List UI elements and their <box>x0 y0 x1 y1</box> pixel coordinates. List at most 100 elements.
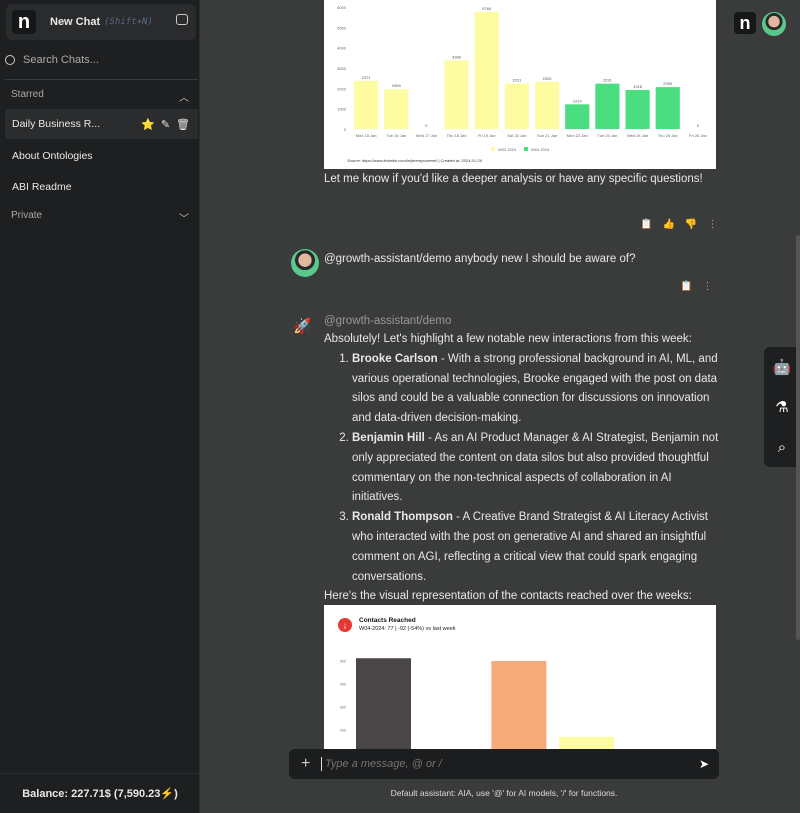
chart-subtitle: W04-2024: 77 | -92 (-54%) vs last week <box>359 626 456 632</box>
x-tick-label: Fri 19 Jan <box>478 133 496 138</box>
chevron-up-icon: ︿ <box>179 93 189 104</box>
bar <box>625 90 650 129</box>
y-tick-label: 200 <box>340 729 346 733</box>
assistant-message-text: Let me know if you'd like a deeper analy… <box>324 173 703 185</box>
user-avatar[interactable] <box>762 12 786 36</box>
user-message-text: @growth-assistant/demo anybody new I sho… <box>324 253 636 265</box>
chat-item-abi-readme[interactable]: ABI Readme <box>5 172 198 202</box>
x-tick-label: Wed 24 Jan <box>627 133 648 138</box>
data-label: 2371 <box>362 75 372 80</box>
chevron-down-icon: ﹀ <box>179 214 189 225</box>
y-tick-label: 300 <box>340 706 346 710</box>
list-item: Ronald Thompson - A Creative Brand Strat… <box>352 508 719 587</box>
chat-bubble-icon[interactable] <box>176 14 188 25</box>
x-tick-label: Tue 16 Jan <box>386 133 406 138</box>
contacts-list: Brooke Carlson - With a strong professio… <box>324 350 719 588</box>
plus-icon[interactable]: + <box>301 755 321 773</box>
flask-icon[interactable]: ⚗ <box>775 398 788 416</box>
thumbs-up-icon[interactable]: 👍 <box>662 219 674 230</box>
composer: + ➤ <box>289 749 719 779</box>
y-tick-label: 6000 <box>337 5 347 10</box>
sidebar: n New Chat (Shift+N) Search Chats... Sta… <box>0 0 200 813</box>
search-chats-input[interactable]: Search Chats... <box>5 54 99 66</box>
message-input[interactable] <box>321 757 699 771</box>
legend-swatch <box>524 147 528 151</box>
scrollbar[interactable] <box>796 235 800 640</box>
message-actions: 📋 ⋮ <box>680 281 712 292</box>
right-tool-panel: 🤖 ⚗ ⌕ <box>764 347 800 467</box>
balance: Balance: 227.71$ (7,590.23⚡) <box>0 773 200 813</box>
y-tick-label: 1000 <box>337 107 347 112</box>
data-label: 2231 <box>512 78 522 83</box>
chat-item-label: Daily Business R... <box>12 118 101 130</box>
assistant-message: Absolutely! Let's highlight a few notabl… <box>324 330 719 607</box>
message-actions: 📋 👍 👎 ⋮ <box>640 219 717 230</box>
y-tick-label: 5000 <box>337 25 347 30</box>
data-label: 0 <box>425 123 428 128</box>
contacts-chart: ↓ Contacts Reached W04-2024: 77 | -92 (-54… <box>324 605 716 756</box>
divider <box>5 79 198 80</box>
bar <box>535 81 560 129</box>
x-tick-label: Sat 20 Jan <box>507 133 526 138</box>
data-label: 0 <box>697 123 700 128</box>
chat-item-label: ABI Readme <box>12 181 72 193</box>
search-icon <box>5 55 15 65</box>
private-section-toggle[interactable]: Private ﹀ <box>11 210 189 225</box>
bar <box>595 83 620 129</box>
copy-icon[interactable]: 📋 <box>640 219 652 230</box>
bar <box>491 661 547 754</box>
x-tick-label: Thu 18 Jan <box>447 133 467 138</box>
bar <box>474 11 499 130</box>
data-label: 2320 <box>543 76 553 81</box>
shortcut-hint: (Shift+N) <box>104 17 153 27</box>
x-tick-label: Fri 26 Jan <box>689 133 707 138</box>
list-item: Brooke Carlson - With a strong professio… <box>352 350 719 429</box>
chat-item-label: About Ontologies <box>12 150 93 162</box>
x-tick-label: Mon 22 Jan <box>567 133 588 138</box>
new-chat-label: New Chat <box>50 16 101 28</box>
x-tick-label: Thu 25 Jan <box>658 133 678 138</box>
search-placeholder: Search Chats... <box>23 54 99 66</box>
x-tick-label: Sun 21 Jan <box>537 133 557 138</box>
y-tick-label: 500 <box>340 660 346 664</box>
data-label: 1959 <box>392 83 402 88</box>
private-label: Private <box>11 210 43 221</box>
chat-item-daily-business[interactable]: Daily Business R... ⭐ ✎ 🗑 <box>5 109 198 139</box>
chat-item-about-ontologies[interactable]: About Ontologies <box>5 141 198 171</box>
bar <box>354 80 379 129</box>
trash-icon[interactable]: 🗑 <box>176 118 190 131</box>
bar <box>559 736 615 754</box>
bar <box>384 89 409 129</box>
copy-icon[interactable]: 📋 <box>680 281 692 292</box>
legend-swatch <box>491 147 495 151</box>
assistant-name: @growth-assistant/demo <box>324 315 452 327</box>
robot-icon[interactable]: 🤖 <box>773 358 792 376</box>
contact-name: Benjamin Hill <box>352 431 425 444</box>
star-icon[interactable]: ⭐ <box>141 118 155 131</box>
chart-title: Contacts Reached <box>359 617 416 624</box>
x-tick-label: Mon 15 Jan <box>356 133 377 138</box>
send-icon[interactable]: ➤ <box>699 757 709 771</box>
daily-chart: 0 1000 2000 3000 4000 5000 6000 Mon 15 Jan Tue 1… <box>324 0 716 169</box>
y-tick-label: 3000 <box>337 66 347 71</box>
bar <box>504 83 529 129</box>
bar <box>655 87 680 129</box>
data-label: 1918 <box>633 84 643 89</box>
footnote: Default assistant: AIA, use '@' for AI m… <box>390 788 618 798</box>
more-icon[interactable]: ⋮ <box>702 281 712 292</box>
bar <box>356 658 411 754</box>
data-label: 1214 <box>573 98 583 103</box>
starred-section-toggle[interactable]: Starred ︿ <box>11 89 189 104</box>
rocket-icon: 🚀 <box>293 318 312 335</box>
contact-name: Ronald Thompson <box>352 511 453 524</box>
more-icon[interactable]: ⋮ <box>707 219 717 230</box>
edit-icon[interactable]: ✎ <box>161 118 170 131</box>
user-avatar <box>291 249 319 277</box>
search-icon[interactable]: ⌕ <box>778 439 786 456</box>
thumbs-down-icon[interactable]: 👎 <box>685 219 697 230</box>
y-tick-label: 4000 <box>337 46 347 51</box>
y-tick-label: 0 <box>344 127 347 132</box>
new-chat-button[interactable]: n New Chat (Shift+N) <box>6 4 196 40</box>
list-item: Benjamin Hill - As an AI Product Manager… <box>352 429 719 508</box>
app-logo: n <box>734 12 756 34</box>
